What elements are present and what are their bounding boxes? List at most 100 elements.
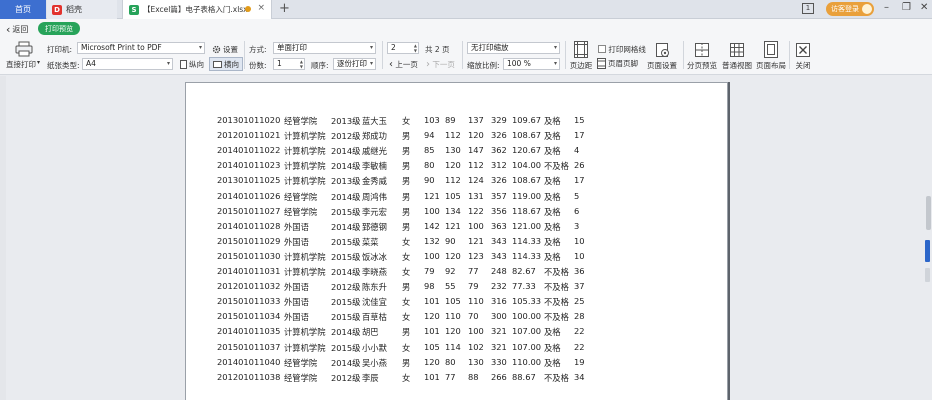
new-tab-icon[interactable]: + bbox=[279, 1, 290, 16]
normal-view-button[interactable]: 普通视图 bbox=[719, 39, 755, 73]
print-order-select[interactable]: 逐份打印 ▾ bbox=[333, 58, 376, 70]
tab-document[interactable]: S 【Excel篇】电子表格入门.xlsx × bbox=[122, 0, 272, 19]
chevron-down-icon: ▾ bbox=[166, 60, 170, 67]
method-label: 方式: bbox=[249, 45, 267, 54]
printer-settings-label: 设置 bbox=[223, 45, 238, 54]
login-button-label: 访客登录 bbox=[831, 5, 859, 13]
prev-page-icon: ‹ bbox=[389, 59, 393, 70]
table-row: 201501011034 外国语 2015级 百草枯 女 120 110 70 300 100.0… bbox=[217, 311, 617, 326]
cell-score-3: 70 bbox=[468, 311, 479, 322]
margins-icon bbox=[574, 40, 588, 59]
tab-docker[interactable]: D 稻壳 bbox=[47, 0, 117, 19]
cell-total-score: 363 bbox=[491, 220, 507, 231]
cell-average-score: 100.00 bbox=[512, 311, 542, 322]
direct-print-button[interactable]: 直接打印 bbox=[6, 59, 36, 70]
cell-average-score: 114.33 bbox=[512, 250, 542, 261]
cell-grade: 2014级 bbox=[331, 357, 361, 368]
cell-score-3: 100 bbox=[468, 220, 484, 231]
copies-stepper[interactable]: 1 ▲ ▼ bbox=[273, 58, 305, 70]
cell-grade: 2015级 bbox=[331, 206, 361, 217]
page-total: 共 2 页 bbox=[425, 45, 450, 54]
tab-docker-label: 稻壳 bbox=[66, 5, 82, 14]
prev-page-button[interactable]: ‹ 上一页 bbox=[389, 59, 418, 70]
minimize-icon[interactable]: – bbox=[884, 2, 889, 13]
cell-student-id: 201201011021 bbox=[217, 130, 281, 141]
cell-student-name: 菜菜 bbox=[362, 236, 379, 247]
cell-rank: 17 bbox=[574, 130, 585, 141]
cell-score-3: 102 bbox=[468, 341, 484, 352]
cell-result: 不及格 bbox=[544, 161, 569, 172]
cell-average-score: 110.00 bbox=[512, 356, 542, 367]
paper-type-select[interactable]: A4 ▾ bbox=[82, 58, 173, 70]
cell-gender: 女 bbox=[402, 267, 411, 277]
cell-average-score: 119.00 bbox=[512, 190, 542, 201]
cell-score-3: 131 bbox=[468, 190, 484, 201]
cell-total-score: 232 bbox=[491, 281, 507, 292]
login-button[interactable]: 访客登录 bbox=[826, 2, 874, 16]
table-row: 201501011030 计算机学院 2015级 饭冰冰 女 100 120 123 343 11… bbox=[217, 251, 617, 266]
window-count-badge[interactable]: 1 bbox=[802, 3, 814, 14]
spin-down-icon[interactable]: ▼ bbox=[300, 65, 303, 69]
print-method-select[interactable]: 单面打印 ▾ bbox=[273, 42, 376, 54]
back-button[interactable]: ‹ 返回 bbox=[6, 23, 28, 36]
page-break-preview-button[interactable]: 分页预览 bbox=[684, 39, 720, 73]
cell-score-2: 55 bbox=[445, 281, 456, 292]
scrollbar-thumb[interactable] bbox=[926, 196, 931, 230]
table-row: 201201011032 外国语 2012级 陈东升 男 98 55 79 232 77.33 不及… bbox=[217, 281, 617, 296]
cell-total-score: 329 bbox=[491, 115, 507, 125]
zoom-select[interactable]: 100 % ▾ bbox=[503, 58, 560, 70]
cell-grade: 2013级 bbox=[331, 176, 361, 187]
cell-grade: 2012级 bbox=[331, 131, 361, 142]
table-row: 201401011023 计算机学院 2014级 李敏楠 男 80 120 112 312 104… bbox=[217, 160, 617, 175]
tab-close-icon[interactable]: × bbox=[257, 3, 265, 13]
cell-college: 计算机学院 bbox=[284, 267, 326, 277]
printer-settings-button[interactable]: 设置 bbox=[212, 44, 238, 55]
margins-button[interactable]: 页边距 bbox=[564, 39, 598, 73]
header-footer-button[interactable]: 页眉页脚 bbox=[597, 58, 638, 69]
vertical-scrollbar[interactable] bbox=[923, 76, 932, 400]
cell-average-score: 114.33 bbox=[512, 235, 542, 246]
direct-print-dropdown-icon[interactable]: ▾ bbox=[37, 59, 40, 66]
printer-select[interactable]: Microsoft Print to PDF ▾ bbox=[77, 42, 205, 54]
chevron-down-icon: ▾ bbox=[553, 60, 557, 67]
cell-average-score: 108.67 bbox=[512, 175, 542, 186]
cell-gender: 男 bbox=[402, 146, 411, 157]
window-close-icon[interactable]: ✕ bbox=[920, 2, 928, 13]
cell-rank: 34 bbox=[574, 371, 585, 382]
tab-home[interactable]: 首页 bbox=[0, 0, 46, 19]
cell-score-1: 90 bbox=[424, 175, 435, 186]
side-panel-tab[interactable] bbox=[925, 240, 930, 262]
cell-score-3: 124 bbox=[468, 175, 484, 186]
cell-rank: 6 bbox=[574, 205, 580, 216]
cell-score-3: 110 bbox=[468, 296, 484, 307]
close-preview-button[interactable]: 关闭 bbox=[788, 39, 818, 73]
cell-grade: 2014级 bbox=[331, 327, 361, 338]
cell-student-name: 吴小燕 bbox=[362, 357, 387, 368]
print-gridlines-checkbox[interactable]: 打印网格线 bbox=[598, 44, 646, 55]
cell-student-id: 201401011031 bbox=[217, 266, 281, 276]
page-number-stepper[interactable]: 2 ▲ ▼ bbox=[387, 42, 419, 54]
printer-icon[interactable] bbox=[14, 41, 34, 57]
next-page-button[interactable]: › 下一页 bbox=[426, 59, 455, 70]
cell-average-score: 108.67 bbox=[512, 130, 542, 141]
cell-rank: 4 bbox=[574, 145, 580, 156]
table-row: 201201011021 计算机学院 2012级 郑成功 男 94 112 120 326 108… bbox=[217, 130, 617, 145]
cell-score-1: 101 bbox=[424, 296, 440, 307]
cell-gender: 男 bbox=[402, 221, 411, 232]
print-preview-tab[interactable]: 打印预览 bbox=[38, 22, 80, 35]
restore-icon[interactable]: ❐ bbox=[902, 2, 911, 13]
portrait-button[interactable]: 纵向 bbox=[178, 58, 206, 70]
page-setup-button[interactable]: 页面设置 bbox=[643, 39, 681, 73]
spin-down-icon[interactable]: ▼ bbox=[414, 49, 417, 53]
landscape-button[interactable]: 横向 bbox=[209, 57, 243, 71]
page-layout-button[interactable]: 页面布局 bbox=[753, 39, 789, 73]
print-scale-select[interactable]: 无打印缩放 ▾ bbox=[467, 42, 560, 54]
cell-result: 及格 bbox=[544, 146, 561, 157]
cell-student-name: 饭冰冰 bbox=[362, 251, 387, 262]
cell-score-3: 130 bbox=[468, 356, 484, 367]
chevron-down-icon: ▾ bbox=[553, 44, 557, 51]
side-panel-tab[interactable] bbox=[925, 268, 930, 282]
cell-student-id: 201301011025 bbox=[217, 175, 281, 186]
cell-total-score: 321 bbox=[491, 341, 507, 352]
cell-college: 计算机学院 bbox=[284, 176, 326, 187]
